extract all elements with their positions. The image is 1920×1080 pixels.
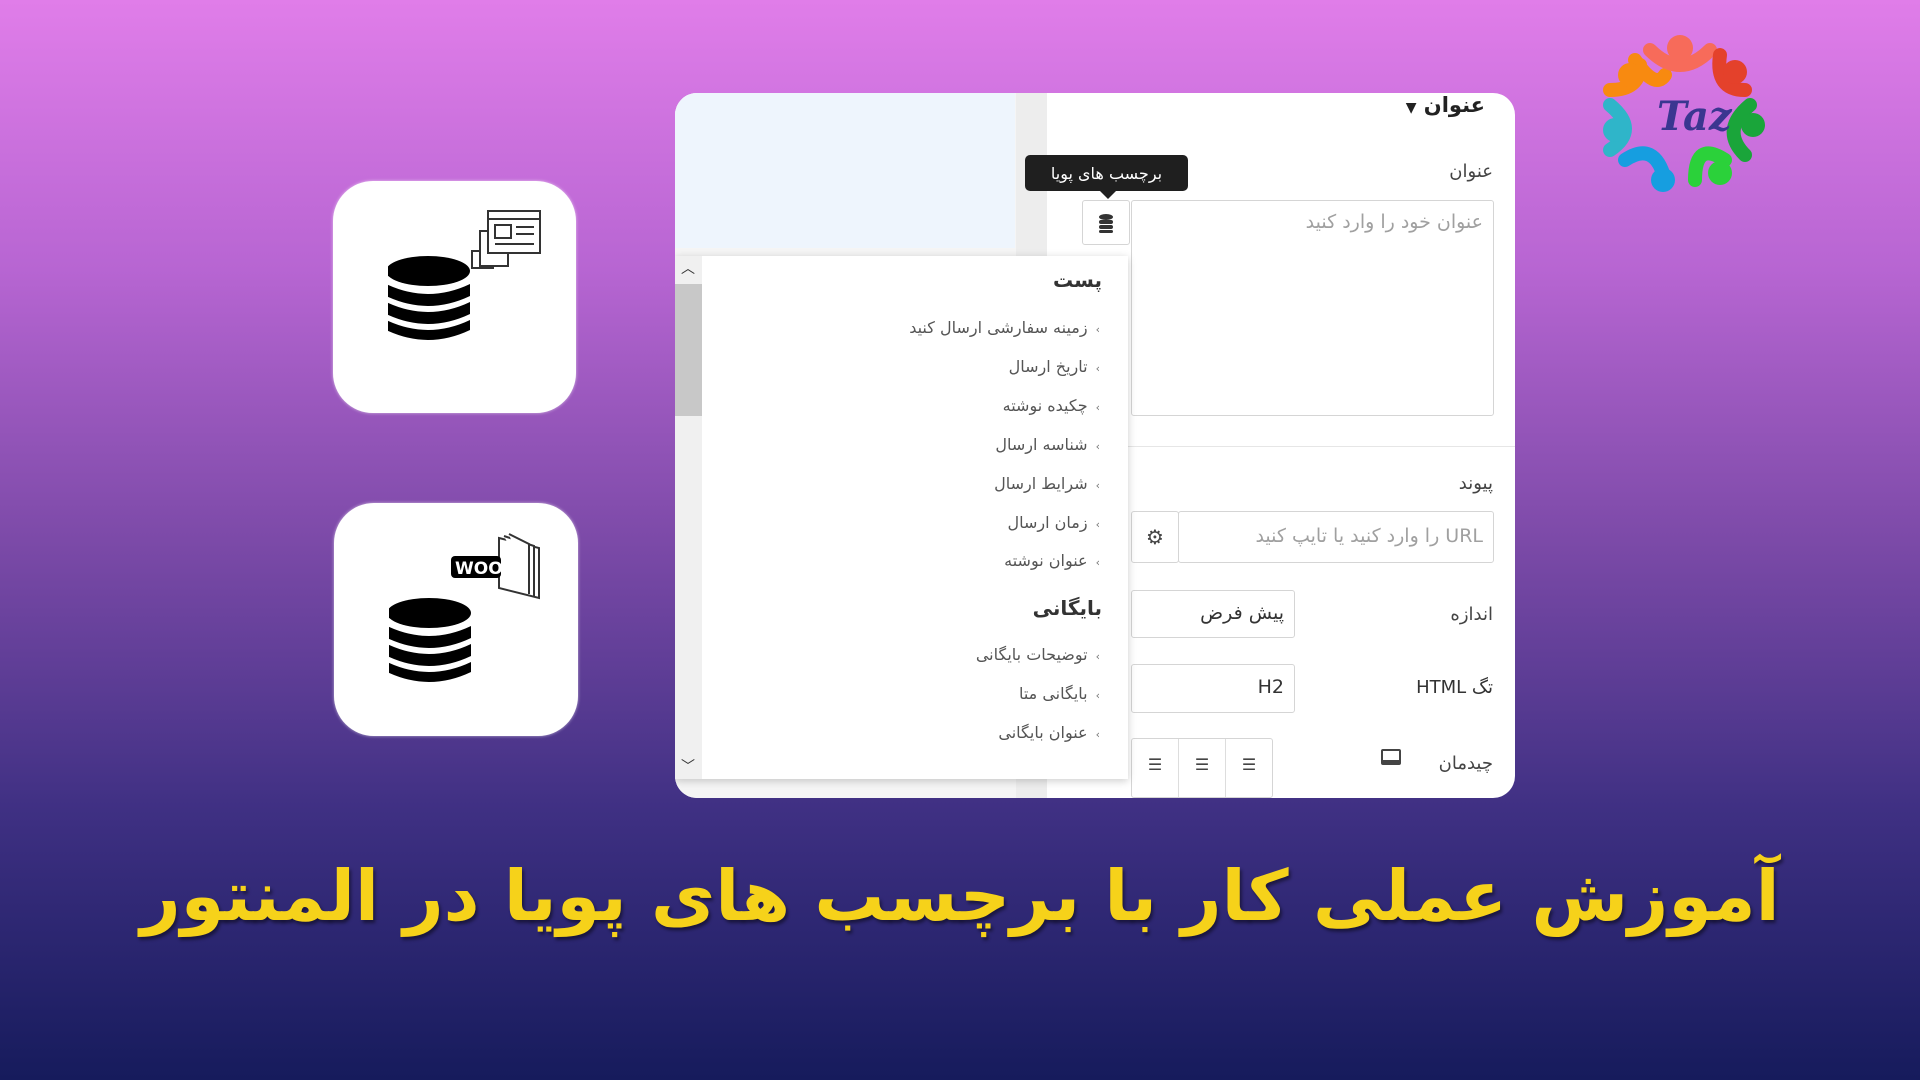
html-tag-label: تگ HTML xyxy=(1416,677,1493,698)
dropdown-item[interactable]: ›تاریخ ارسال xyxy=(1009,357,1100,376)
dropdown-item[interactable]: ›بایگانی متا xyxy=(1019,684,1100,703)
title-placeholder: عنوان خود را وارد کنید xyxy=(1305,211,1483,233)
align-justify-button[interactable]: ☰ xyxy=(1132,739,1179,797)
dynamic-tags-button[interactable] xyxy=(1082,200,1130,245)
woocommerce-dynamic-tags-card: WOO xyxy=(334,503,578,736)
dropdown-item[interactable]: ›چکیده نوشته xyxy=(1003,396,1100,415)
title-textarea[interactable]: عنوان خود را وارد کنید xyxy=(1131,200,1494,416)
dropdown-item[interactable]: ›توضیحات بایگانی xyxy=(976,645,1100,664)
dropdown-item[interactable]: ›شناسه ارسال xyxy=(995,435,1100,454)
section-title[interactable]: عنوان ▼ xyxy=(1406,93,1485,117)
scroll-up-icon[interactable]: ︿ xyxy=(681,258,695,278)
logo-text: Taz xyxy=(1657,93,1733,140)
dynamic-tags-dropdown: ︿ ﹀ پست ›زمینه سفارشی ارسال کنید ›تاریخ … xyxy=(675,256,1128,779)
dropdown-item[interactable]: ›عنوان بایگانی xyxy=(998,723,1100,742)
scroll-down-icon[interactable]: ﹀ xyxy=(681,756,695,776)
dropdown-scrollbar[interactable]: ︿ ﹀ xyxy=(675,256,702,779)
gear-icon: ⚙ xyxy=(1146,525,1164,549)
database-woocommerce-icon: WOO xyxy=(389,533,540,682)
align-center-button[interactable]: ☰ xyxy=(1179,739,1226,797)
link-input[interactable]: URL را وارد کنید یا تایپ کنید xyxy=(1178,511,1494,563)
link-options-button[interactable]: ⚙ xyxy=(1131,511,1179,563)
size-select[interactable]: پیش فرض xyxy=(1131,590,1295,638)
alignment-label: چیدمان xyxy=(1438,753,1493,774)
scrollbar-thumb[interactable] xyxy=(675,284,702,416)
logo: Taz xyxy=(1595,30,1765,195)
desktop-icon[interactable] xyxy=(1381,749,1401,765)
dropdown-item[interactable]: ›عنوان نوشته xyxy=(1004,551,1100,570)
link-placeholder: URL را وارد کنید یا تایپ کنید xyxy=(1255,525,1483,547)
dynamic-tags-tooltip: برچسب های پویا xyxy=(1025,155,1188,199)
page-title: آموزش عملی کار با برچسب های پویا در المن… xyxy=(140,855,1780,937)
dropdown-item[interactable]: ›زمان ارسال xyxy=(1008,513,1101,532)
size-label: اندازه xyxy=(1450,604,1493,625)
caret-down-icon: ▼ xyxy=(1405,100,1417,116)
group-heading-post: پست xyxy=(1052,268,1102,292)
group-heading-archive: بایگانی xyxy=(1032,596,1102,620)
database-post-icon xyxy=(388,210,541,340)
alignment-buttons: ☰ ☰ ☰ xyxy=(1131,738,1273,798)
woo-badge: WOO xyxy=(455,559,503,579)
elementor-editor-panel: عنوان ▼ عنوان عنوان خود را وارد کنید پیو… xyxy=(675,93,1515,798)
html-tag-select[interactable]: H2 xyxy=(1131,664,1295,713)
link-label: پیوند xyxy=(1458,473,1493,494)
dropdown-item[interactable]: ›زمینه سفارشی ارسال کنید xyxy=(909,318,1100,337)
title-label: عنوان xyxy=(1449,161,1493,182)
database-icon xyxy=(1099,213,1113,233)
post-dynamic-tags-card xyxy=(333,181,576,413)
dropdown-item[interactable]: ›شرایط ارسال xyxy=(994,474,1100,493)
align-right-button[interactable]: ☰ xyxy=(1226,739,1272,797)
preview-canvas xyxy=(675,93,1015,248)
